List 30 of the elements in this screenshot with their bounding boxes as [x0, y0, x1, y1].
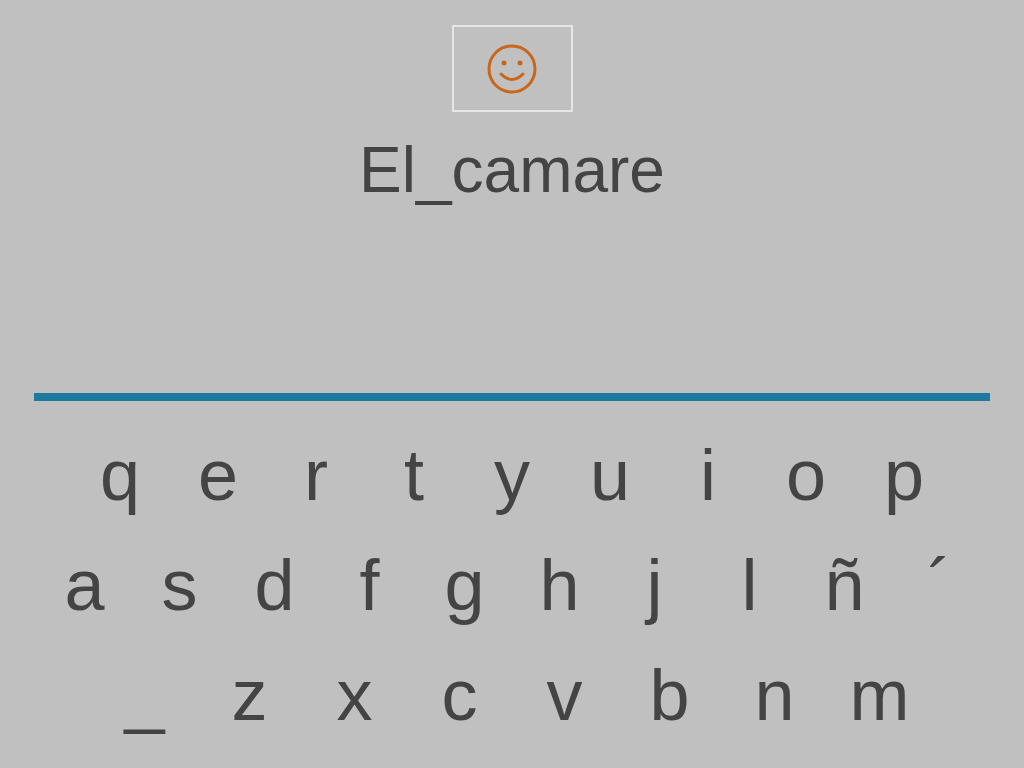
key[interactable]: n: [722, 650, 827, 740]
key[interactable]: o: [757, 430, 855, 520]
key[interactable]: a: [37, 540, 132, 630]
key[interactable]: t: [365, 430, 463, 520]
key[interactable]: v: [512, 650, 617, 740]
word-text: El_camare: [359, 134, 665, 206]
key[interactable]: ñ: [797, 540, 892, 630]
key[interactable]: c: [407, 650, 512, 740]
key[interactable]: m: [827, 650, 932, 740]
smiley-icon: [486, 42, 538, 95]
key[interactable]: h: [512, 540, 607, 630]
key[interactable]: u: [561, 430, 659, 520]
key[interactable]: x: [302, 650, 407, 740]
key[interactable]: e: [169, 430, 267, 520]
key[interactable]: p: [855, 430, 953, 520]
key[interactable]: z: [197, 650, 302, 740]
key[interactable]: y: [463, 430, 561, 520]
key[interactable]: i: [659, 430, 757, 520]
key[interactable]: l: [702, 540, 797, 630]
smiley-button[interactable]: [451, 25, 573, 112]
key[interactable]: s: [132, 540, 227, 630]
key[interactable]: q: [71, 430, 169, 520]
key[interactable]: d: [227, 540, 322, 630]
key[interactable]: f: [322, 540, 417, 630]
key[interactable]: r: [267, 430, 365, 520]
key[interactable]: _: [92, 650, 197, 740]
key[interactable]: j: [607, 540, 702, 630]
key[interactable]: b: [617, 650, 722, 740]
key[interactable]: g: [417, 540, 512, 630]
key[interactable]: ´: [892, 540, 987, 630]
